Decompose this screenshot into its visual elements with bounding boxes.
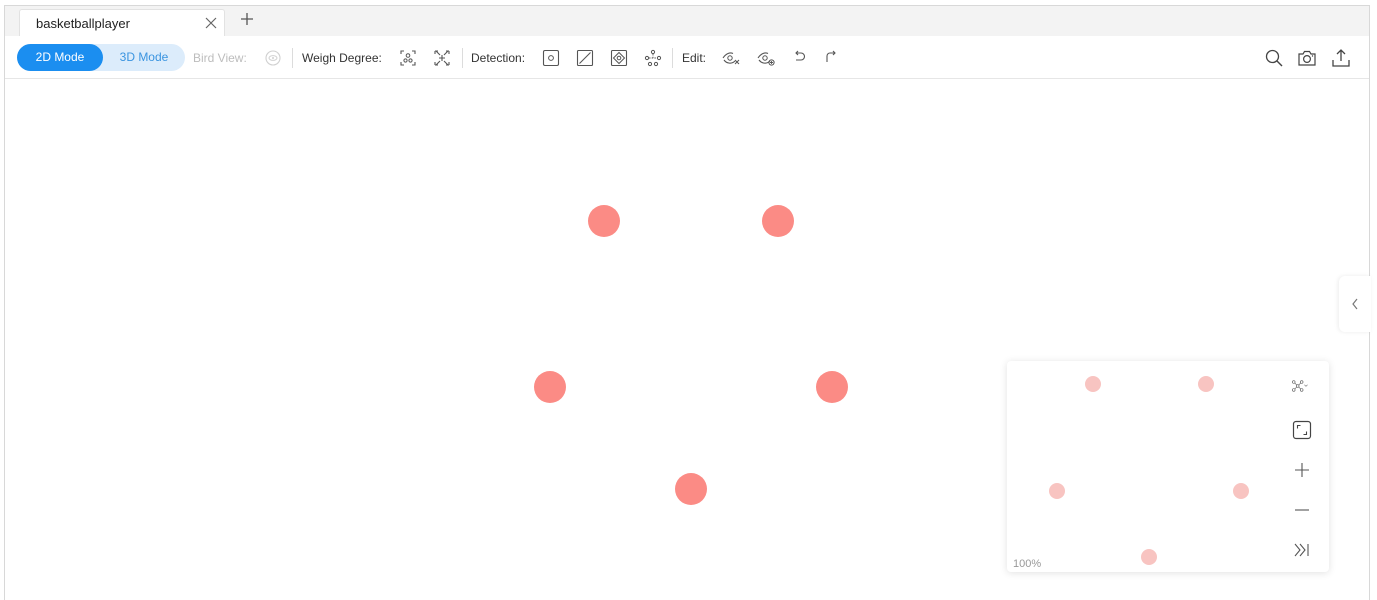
app-window: basketballplayer 2D Mode 3D Mode Bird Vi…	[4, 5, 1371, 600]
collapse-minimap-icon[interactable]	[1291, 539, 1313, 561]
export-icon[interactable]	[1330, 47, 1352, 69]
toolbar: 2D Mode 3D Mode Bird View: Weigh Degree:…	[5, 36, 1369, 79]
graph-node[interactable]	[534, 371, 566, 403]
toolbar-divider	[292, 48, 293, 68]
edit-label: Edit:	[682, 51, 707, 65]
close-tab-icon[interactable]	[203, 15, 219, 31]
tab-bar: basketballplayer	[5, 6, 1369, 36]
minimap-node	[1085, 376, 1101, 392]
redo-icon[interactable]	[820, 47, 842, 69]
minimap-node	[1141, 549, 1157, 565]
graph-node[interactable]	[816, 371, 848, 403]
3d-mode-button[interactable]: 3D Mode	[103, 44, 185, 71]
mode-switch: 2D Mode 3D Mode	[17, 44, 185, 71]
fit-view-icon[interactable]	[1291, 419, 1313, 441]
bird-view-label: Bird View:	[193, 51, 247, 65]
zoom-level: 100%	[1013, 558, 1042, 570]
minimap-node	[1049, 483, 1065, 499]
hide-node-icon[interactable]	[720, 47, 742, 69]
undo-icon[interactable]	[788, 47, 810, 69]
detection-label: Detection:	[471, 51, 526, 65]
graph-node[interactable]	[762, 205, 794, 237]
graph-node[interactable]	[675, 473, 707, 505]
tab-basketballplayer[interactable]: basketballplayer	[19, 9, 225, 36]
reset-weight-icon[interactable]	[431, 47, 453, 69]
bird-view-icon[interactable]	[262, 47, 284, 69]
zoom-in-icon[interactable]	[1291, 459, 1313, 481]
layout-select-icon[interactable]	[1291, 375, 1327, 397]
graph-node[interactable]	[588, 205, 620, 237]
show-hidden-icon[interactable]	[755, 47, 777, 69]
edge-detection-icon[interactable]	[574, 47, 596, 69]
zoom-out-icon[interactable]	[1291, 499, 1313, 521]
side-panel-toggle[interactable]	[1339, 276, 1371, 332]
weigh-degree-label: Weigh Degree:	[302, 51, 382, 65]
minimap-node	[1233, 483, 1249, 499]
chevron-left-icon	[1352, 298, 1358, 310]
camera-icon[interactable]	[1296, 47, 1318, 69]
minimap-node	[1198, 376, 1214, 392]
node-size-icon[interactable]	[397, 47, 419, 69]
tab-label: basketballplayer	[36, 16, 130, 31]
minimap[interactable]: 100%	[1007, 361, 1329, 572]
toolbar-divider	[462, 48, 463, 68]
search-icon[interactable]	[1263, 47, 1285, 69]
2d-mode-button[interactable]: 2D Mode	[17, 44, 103, 71]
cluster-detection-icon[interactable]	[642, 47, 664, 69]
path-detection-icon[interactable]	[608, 47, 630, 69]
toolbar-divider	[672, 48, 673, 68]
new-tab-icon[interactable]	[237, 9, 257, 29]
vertex-detection-icon[interactable]	[540, 47, 562, 69]
